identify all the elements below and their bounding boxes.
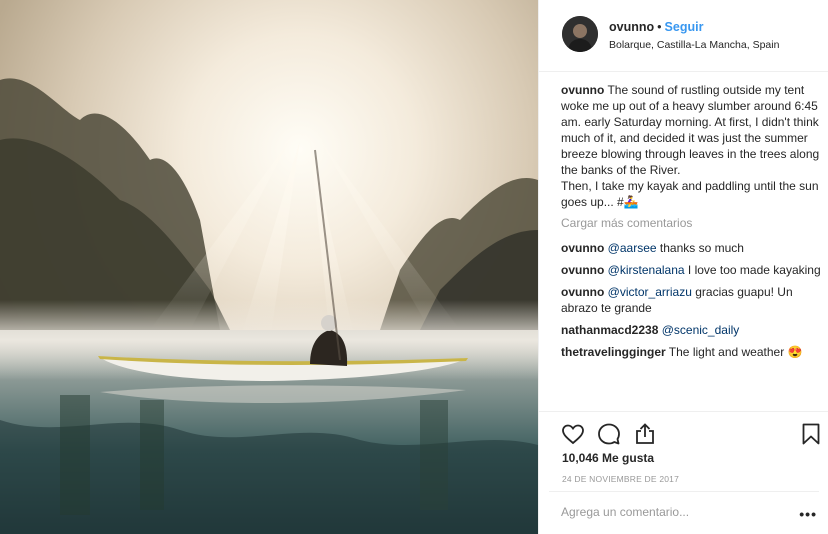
post-photo[interactable] [0, 0, 538, 534]
comment-text: The light and weather 😍 [665, 345, 803, 359]
post-caption: ovunno The sound of rustling outside my … [561, 82, 823, 210]
comment-item: thetravelingginger The light and weather… [561, 344, 823, 360]
caption-username[interactable]: ovunno [561, 83, 604, 97]
kayak-photo-image [0, 0, 538, 534]
likes-count[interactable]: 10,046 Me gusta [562, 451, 654, 465]
location-link[interactable]: Bolarque, Castilla-La Mancha, Spain [609, 39, 779, 51]
comment-mention[interactable]: @aarsee [608, 241, 657, 255]
comment-username[interactable]: thetravelingginger [561, 345, 666, 359]
comments-list: ovunno The sound of rustling outside my … [561, 82, 823, 366]
comment-username[interactable]: ovunno [561, 241, 604, 255]
comment-mention[interactable]: @kirstenalana [608, 263, 685, 277]
post-side-panel: ovunno • Seguir Bolarque, Castilla-La Manc… [538, 0, 828, 534]
heart-icon[interactable] [561, 422, 585, 446]
caption-text-2: Then, I take my kayak and paddling until… [561, 179, 819, 209]
separator-dot: • [657, 20, 662, 34]
comment-item: ovunno @kirstenalana I love too made kay… [561, 262, 823, 278]
comment-username[interactable]: ovunno [561, 285, 604, 299]
share-icon[interactable] [633, 422, 657, 446]
add-comment-bar: ••• [549, 491, 819, 534]
avatar[interactable] [562, 16, 598, 52]
avatar-image [562, 16, 598, 52]
comment-item: ovunno @victor_arriazu gracias guapu! Un… [561, 284, 823, 316]
comment-item: ovunno @aarsee thanks so much [561, 240, 823, 256]
follow-button[interactable]: Seguir [665, 20, 704, 34]
comment-username[interactable]: ovunno [561, 263, 604, 277]
more-options-icon[interactable]: ••• [799, 506, 817, 522]
comment-mention[interactable]: @scenic_daily [662, 323, 740, 337]
comment-mention[interactable]: @victor_arriazu [608, 285, 692, 299]
comment-bubble-icon[interactable] [597, 422, 621, 446]
comment-username[interactable]: nathanmacd2238 [561, 323, 658, 337]
comment-input[interactable] [561, 505, 781, 519]
caption-text: The sound of rustling outside my tent wo… [561, 83, 820, 177]
user-line: ovunno • Seguir [609, 20, 703, 34]
load-more-comments-button[interactable]: Cargar más comentarios [561, 215, 823, 231]
post-header: ovunno • Seguir Bolarque, Castilla-La Manc… [539, 0, 828, 72]
comment-text: I love too made kayaking [684, 263, 821, 277]
post-date: 24 DE NOVIEMBRE DE 2017 [562, 474, 680, 484]
bookmark-icon[interactable] [799, 422, 823, 446]
comment-item: nathanmacd2238 @scenic_daily [561, 322, 823, 338]
username-link[interactable]: ovunno [609, 20, 654, 34]
comment-text: thanks so much [656, 241, 744, 255]
post-actions [539, 411, 828, 451]
